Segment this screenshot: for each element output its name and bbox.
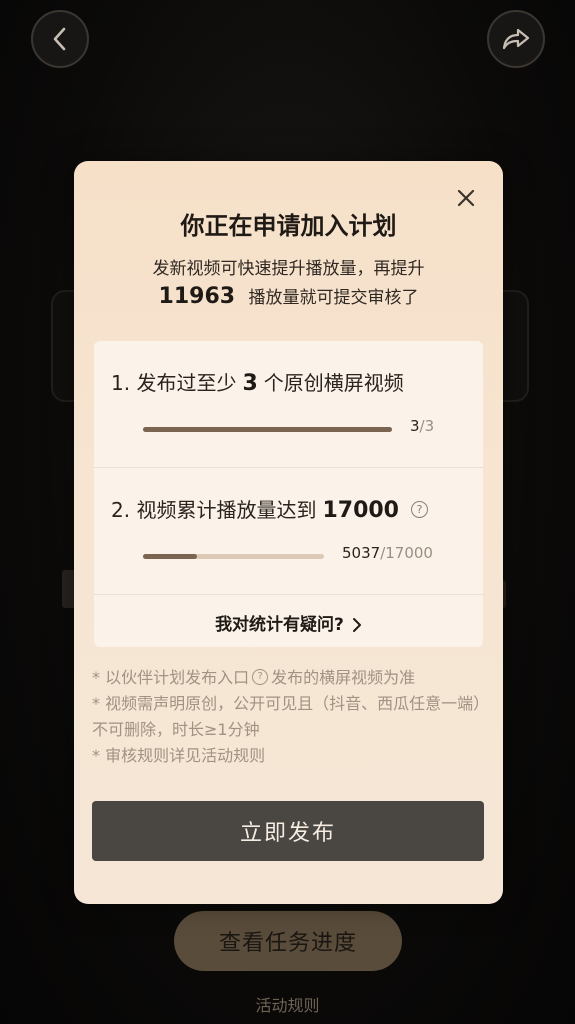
question-icon[interactable]: ? — [252, 668, 269, 685]
requirement-row: 2. 视频累计播放量达到 17000? 5037/17000 — [94, 468, 483, 595]
doubt-link-label: 我对统计有疑问? — [215, 615, 344, 635]
view-task-progress-button[interactable]: 查看任务进度 — [174, 911, 402, 971]
progress-current: 5037 — [342, 544, 381, 562]
progress-bar-fill — [143, 554, 197, 559]
close-icon — [457, 189, 475, 207]
publish-now-button[interactable]: 立即发布 — [92, 801, 484, 861]
progress-bar — [143, 554, 324, 559]
question-icon[interactable]: ? — [411, 501, 428, 518]
chevron-left-icon — [53, 27, 66, 51]
share-arrow-icon — [502, 28, 530, 50]
progress-total: /17000 — [380, 544, 433, 562]
apply-plan-modal: 你正在申请加入计划 发新视频可快速提升播放量，再提升 11963 播放量就可提交… — [74, 161, 503, 904]
requirement-suffix: 个原创横屏视频 — [263, 371, 404, 395]
requirement-prefix: 2. 视频累计播放量达到 — [111, 498, 317, 522]
progress-count: 5037/17000 — [342, 544, 433, 562]
requirement-label: 2. 视频累计播放量达到 17000? — [111, 494, 428, 523]
requirement-prefix: 1. 发布过至少 — [111, 371, 237, 395]
subtitle-line1: 发新视频可快速提升播放量，再提升 — [152, 259, 425, 279]
requirement-row: 1. 发布过至少 3 个原创横屏视频 3/3 — [94, 341, 483, 468]
modal-title: 你正在申请加入计划 — [180, 212, 397, 240]
note-item: * 审核规则详见活动规则 — [92, 746, 266, 765]
requirement-number: 17000 — [322, 498, 399, 523]
requirements-card: 1. 发布过至少 3 个原创横屏视频 3/3 2. 视频累计播放量达到 17000? … — [94, 341, 483, 647]
statistics-doubt-link[interactable]: 我对统计有疑问? — [94, 610, 483, 635]
requirement-number: 3 — [242, 371, 258, 396]
remaining-plays-number: 11963 — [158, 284, 236, 309]
back-button[interactable] — [31, 10, 89, 68]
activity-rules-link[interactable]: 活动规则 — [0, 992, 575, 1016]
progress-bar — [143, 427, 392, 432]
share-button[interactable] — [487, 10, 545, 68]
rules-notes: * 以伙伴计划发布入口? 发布的横屏视频为准 * 视频需声明原创，公开可见且（抖音… — [92, 665, 492, 769]
note-text: 发布的横屏视频为准 — [271, 668, 416, 687]
progress-count: 3/3 — [410, 417, 434, 435]
subtitle-line2: 播放量就可提交审核了 — [248, 288, 419, 308]
requirement-label: 1. 发布过至少 3 个原创横屏视频 — [111, 367, 404, 396]
progress-bar-fill — [143, 427, 392, 432]
progress-current: 3 — [410, 417, 420, 435]
note-item: * 以伙伴计划发布入口? 发布的横屏视频为准 — [92, 665, 492, 691]
modal-subtitle: 发新视频可快速提升播放量，再提升 11963 播放量就可提交审核了 — [74, 255, 503, 312]
progress-total: /3 — [419, 417, 435, 435]
note-item: * 视频需声明原创，公开可见且（抖音、西瓜任意一端）不可删除，时长≥1分钟 — [92, 694, 482, 739]
note-text: * 以伙伴计划发布入口 — [92, 668, 250, 687]
chevron-right-icon — [352, 618, 361, 632]
doubt-row[interactable]: 我对统计有疑问? — [94, 595, 483, 647]
